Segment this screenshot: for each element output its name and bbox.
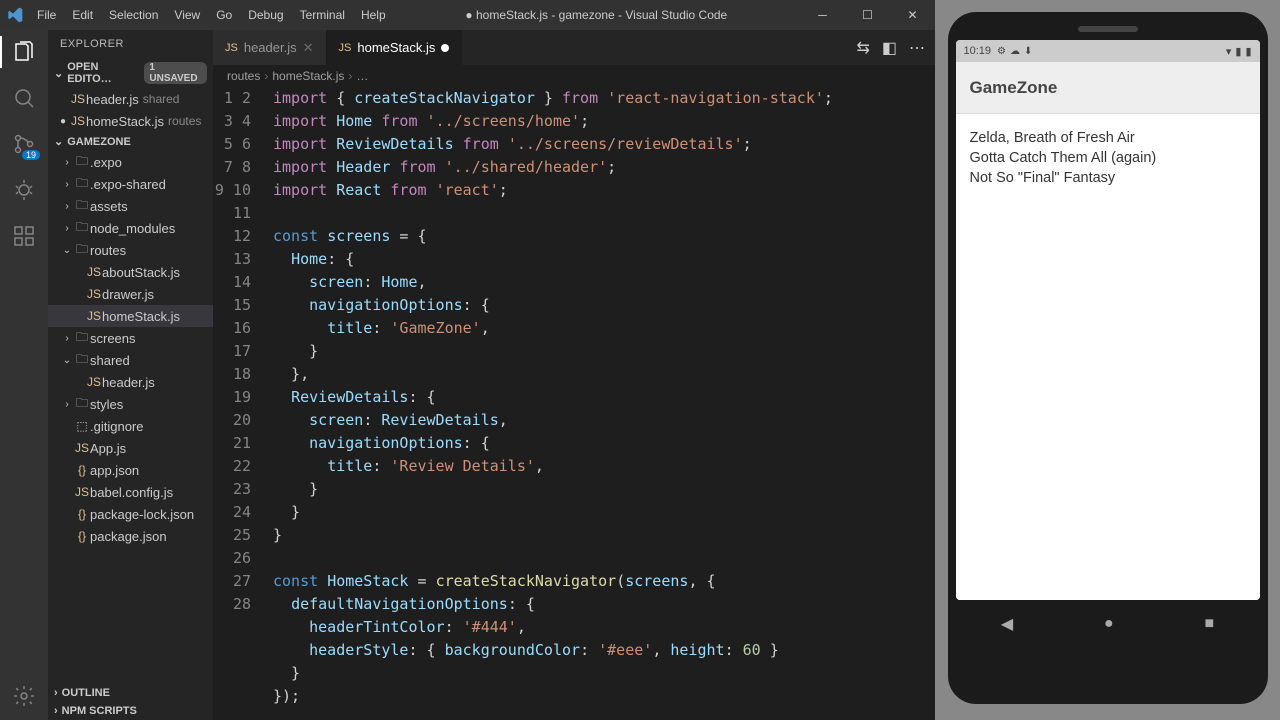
vscode-window: FileEditSelectionViewGoDebugTerminalHelp… <box>0 0 935 720</box>
open-editor-item[interactable]: ●JShomeStack.jsroutes <box>48 110 213 132</box>
tree-item[interactable]: JSheader.js <box>48 371 213 393</box>
tree-item[interactable]: JSApp.js <box>48 437 213 459</box>
menu-selection[interactable]: Selection <box>102 4 165 26</box>
breadcrumb-segment[interactable]: … <box>356 69 368 83</box>
menu-debug[interactable]: Debug <box>241 4 290 26</box>
tree-item[interactable]: JSbabel.config.js <box>48 481 213 503</box>
status-bar: 10:19 ⚙☁⬇ ▾▮▮ <box>956 40 1260 62</box>
menu-edit[interactable]: Edit <box>65 4 100 26</box>
editor-tab[interactable]: JShomeStack.js <box>327 30 463 65</box>
menu-go[interactable]: Go <box>209 4 239 26</box>
explorer-sidebar: EXPLORER ⌄OPEN EDITO…1 UNSAVED JSheader.… <box>48 30 213 720</box>
device-frame: 10:19 ⚙☁⬇ ▾▮▮ GameZone Zelda, Breath of … <box>948 12 1268 704</box>
clock: 10:19 <box>964 45 992 57</box>
open-editors-section[interactable]: ⌄OPEN EDITO…1 UNSAVED <box>48 58 213 88</box>
battery-icon: ▮ <box>1245 45 1251 58</box>
explorer-icon[interactable] <box>10 38 38 66</box>
breadcrumb-segment[interactable]: homeStack.js <box>272 69 344 83</box>
wifi-icon: ▾ <box>1226 45 1232 58</box>
tree-item[interactable]: ›🗀assets <box>48 195 213 217</box>
tree-item[interactable]: JSaboutStack.js <box>48 261 213 283</box>
speaker-slot <box>1078 26 1138 32</box>
activity-bar: 19 <box>0 30 48 720</box>
android-nav-bar: ◀ ● ■ <box>956 600 1260 634</box>
list-item[interactable]: Zelda, Breath of Fresh Air <box>970 128 1246 148</box>
compare-icon[interactable]: ⇆ <box>856 38 869 58</box>
breadcrumb-segment[interactable]: routes <box>227 69 260 83</box>
cloud-mini-icon: ☁ <box>1010 46 1020 57</box>
signal-icon: ▮ <box>1235 45 1241 58</box>
explorer-title: EXPLORER <box>48 30 213 58</box>
close-button[interactable]: ✕ <box>890 0 935 30</box>
tree-item[interactable]: ›🗀.expo-shared <box>48 173 213 195</box>
source-control-icon[interactable]: 19 <box>10 130 38 158</box>
debug-icon[interactable] <box>10 176 38 204</box>
editor-tab[interactable]: JSheader.js✕ <box>213 30 327 65</box>
list-item[interactable]: Gotta Catch Them All (again) <box>970 148 1246 168</box>
tree-item[interactable]: {}app.json <box>48 459 213 481</box>
open-editor-item[interactable]: JSheader.jsshared <box>48 88 213 110</box>
menu-terminal[interactable]: Terminal <box>293 4 352 26</box>
menu-bar: FileEditSelectionViewGoDebugTerminalHelp <box>30 4 393 26</box>
tree-item[interactable]: ⌄🗀shared <box>48 349 213 371</box>
window-title: ● homeStack.js - gamezone - Visual Studi… <box>393 8 800 22</box>
vscode-logo-icon <box>0 7 30 23</box>
tree-item[interactable]: JShomeStack.js <box>48 305 213 327</box>
tree-item[interactable]: JSdrawer.js <box>48 283 213 305</box>
settings-gear-icon[interactable] <box>10 682 38 710</box>
scm-badge: 19 <box>22 150 40 160</box>
project-section[interactable]: ⌄GAMEZONE <box>48 132 213 151</box>
search-icon[interactable] <box>10 84 38 112</box>
extensions-icon[interactable] <box>10 222 38 250</box>
tree-item[interactable]: {}package-lock.json <box>48 503 213 525</box>
tree-item[interactable]: ⌄🗀routes <box>48 239 213 261</box>
recent-button[interactable]: ■ <box>1204 615 1214 633</box>
tab-bar: JSheader.js✕JShomeStack.js ⇆ ◧ ⋯ <box>213 30 935 65</box>
breadcrumb[interactable]: routes›homeStack.js›… <box>213 65 935 87</box>
more-actions-icon[interactable]: ⋯ <box>909 38 925 58</box>
list-item[interactable]: Not So "Final" Fantasy <box>970 168 1246 188</box>
download-mini-icon: ⬇ <box>1024 46 1032 57</box>
code-editor[interactable]: 1 2 3 4 5 6 7 8 9 10 11 12 13 14 15 16 1… <box>213 87 935 720</box>
titlebar: FileEditSelectionViewGoDebugTerminalHelp… <box>0 0 935 30</box>
settings-mini-icon: ⚙ <box>997 46 1006 57</box>
minimize-button[interactable]: ─ <box>800 0 845 30</box>
back-button[interactable]: ◀ <box>1001 614 1013 634</box>
npm-scripts-section[interactable]: ›NPM SCRIPTS <box>48 702 213 720</box>
tree-item[interactable]: {}package.json <box>48 525 213 547</box>
tree-item[interactable]: ⬚.gitignore <box>48 415 213 437</box>
tree-item[interactable]: ›🗀node_modules <box>48 217 213 239</box>
app-header: GameZone <box>956 62 1260 114</box>
home-button[interactable]: ● <box>1104 615 1114 633</box>
app-content: Zelda, Breath of Fresh AirGotta Catch Th… <box>956 114 1260 600</box>
split-editor-icon[interactable]: ◧ <box>882 38 897 58</box>
phone-emulator: 10:19 ⚙☁⬇ ▾▮▮ GameZone Zelda, Breath of … <box>935 0 1280 720</box>
menu-help[interactable]: Help <box>354 4 393 26</box>
menu-view[interactable]: View <box>167 4 207 26</box>
outline-section[interactable]: ›OUTLINE <box>48 684 213 702</box>
menu-file[interactable]: File <box>30 4 63 26</box>
phone-screen: 10:19 ⚙☁⬇ ▾▮▮ GameZone Zelda, Breath of … <box>956 40 1260 600</box>
tree-item[interactable]: ›🗀styles <box>48 393 213 415</box>
editor-area: JSheader.js✕JShomeStack.js ⇆ ◧ ⋯ routes›… <box>213 30 935 720</box>
maximize-button[interactable]: ☐ <box>845 0 890 30</box>
tree-item[interactable]: ›🗀.expo <box>48 151 213 173</box>
tree-item[interactable]: ›🗀screens <box>48 327 213 349</box>
